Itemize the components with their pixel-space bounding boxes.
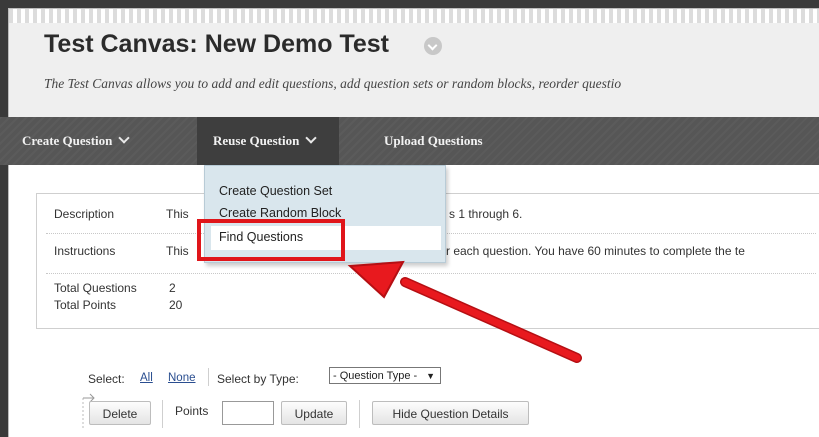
annotation-arrow-icon <box>347 260 582 363</box>
